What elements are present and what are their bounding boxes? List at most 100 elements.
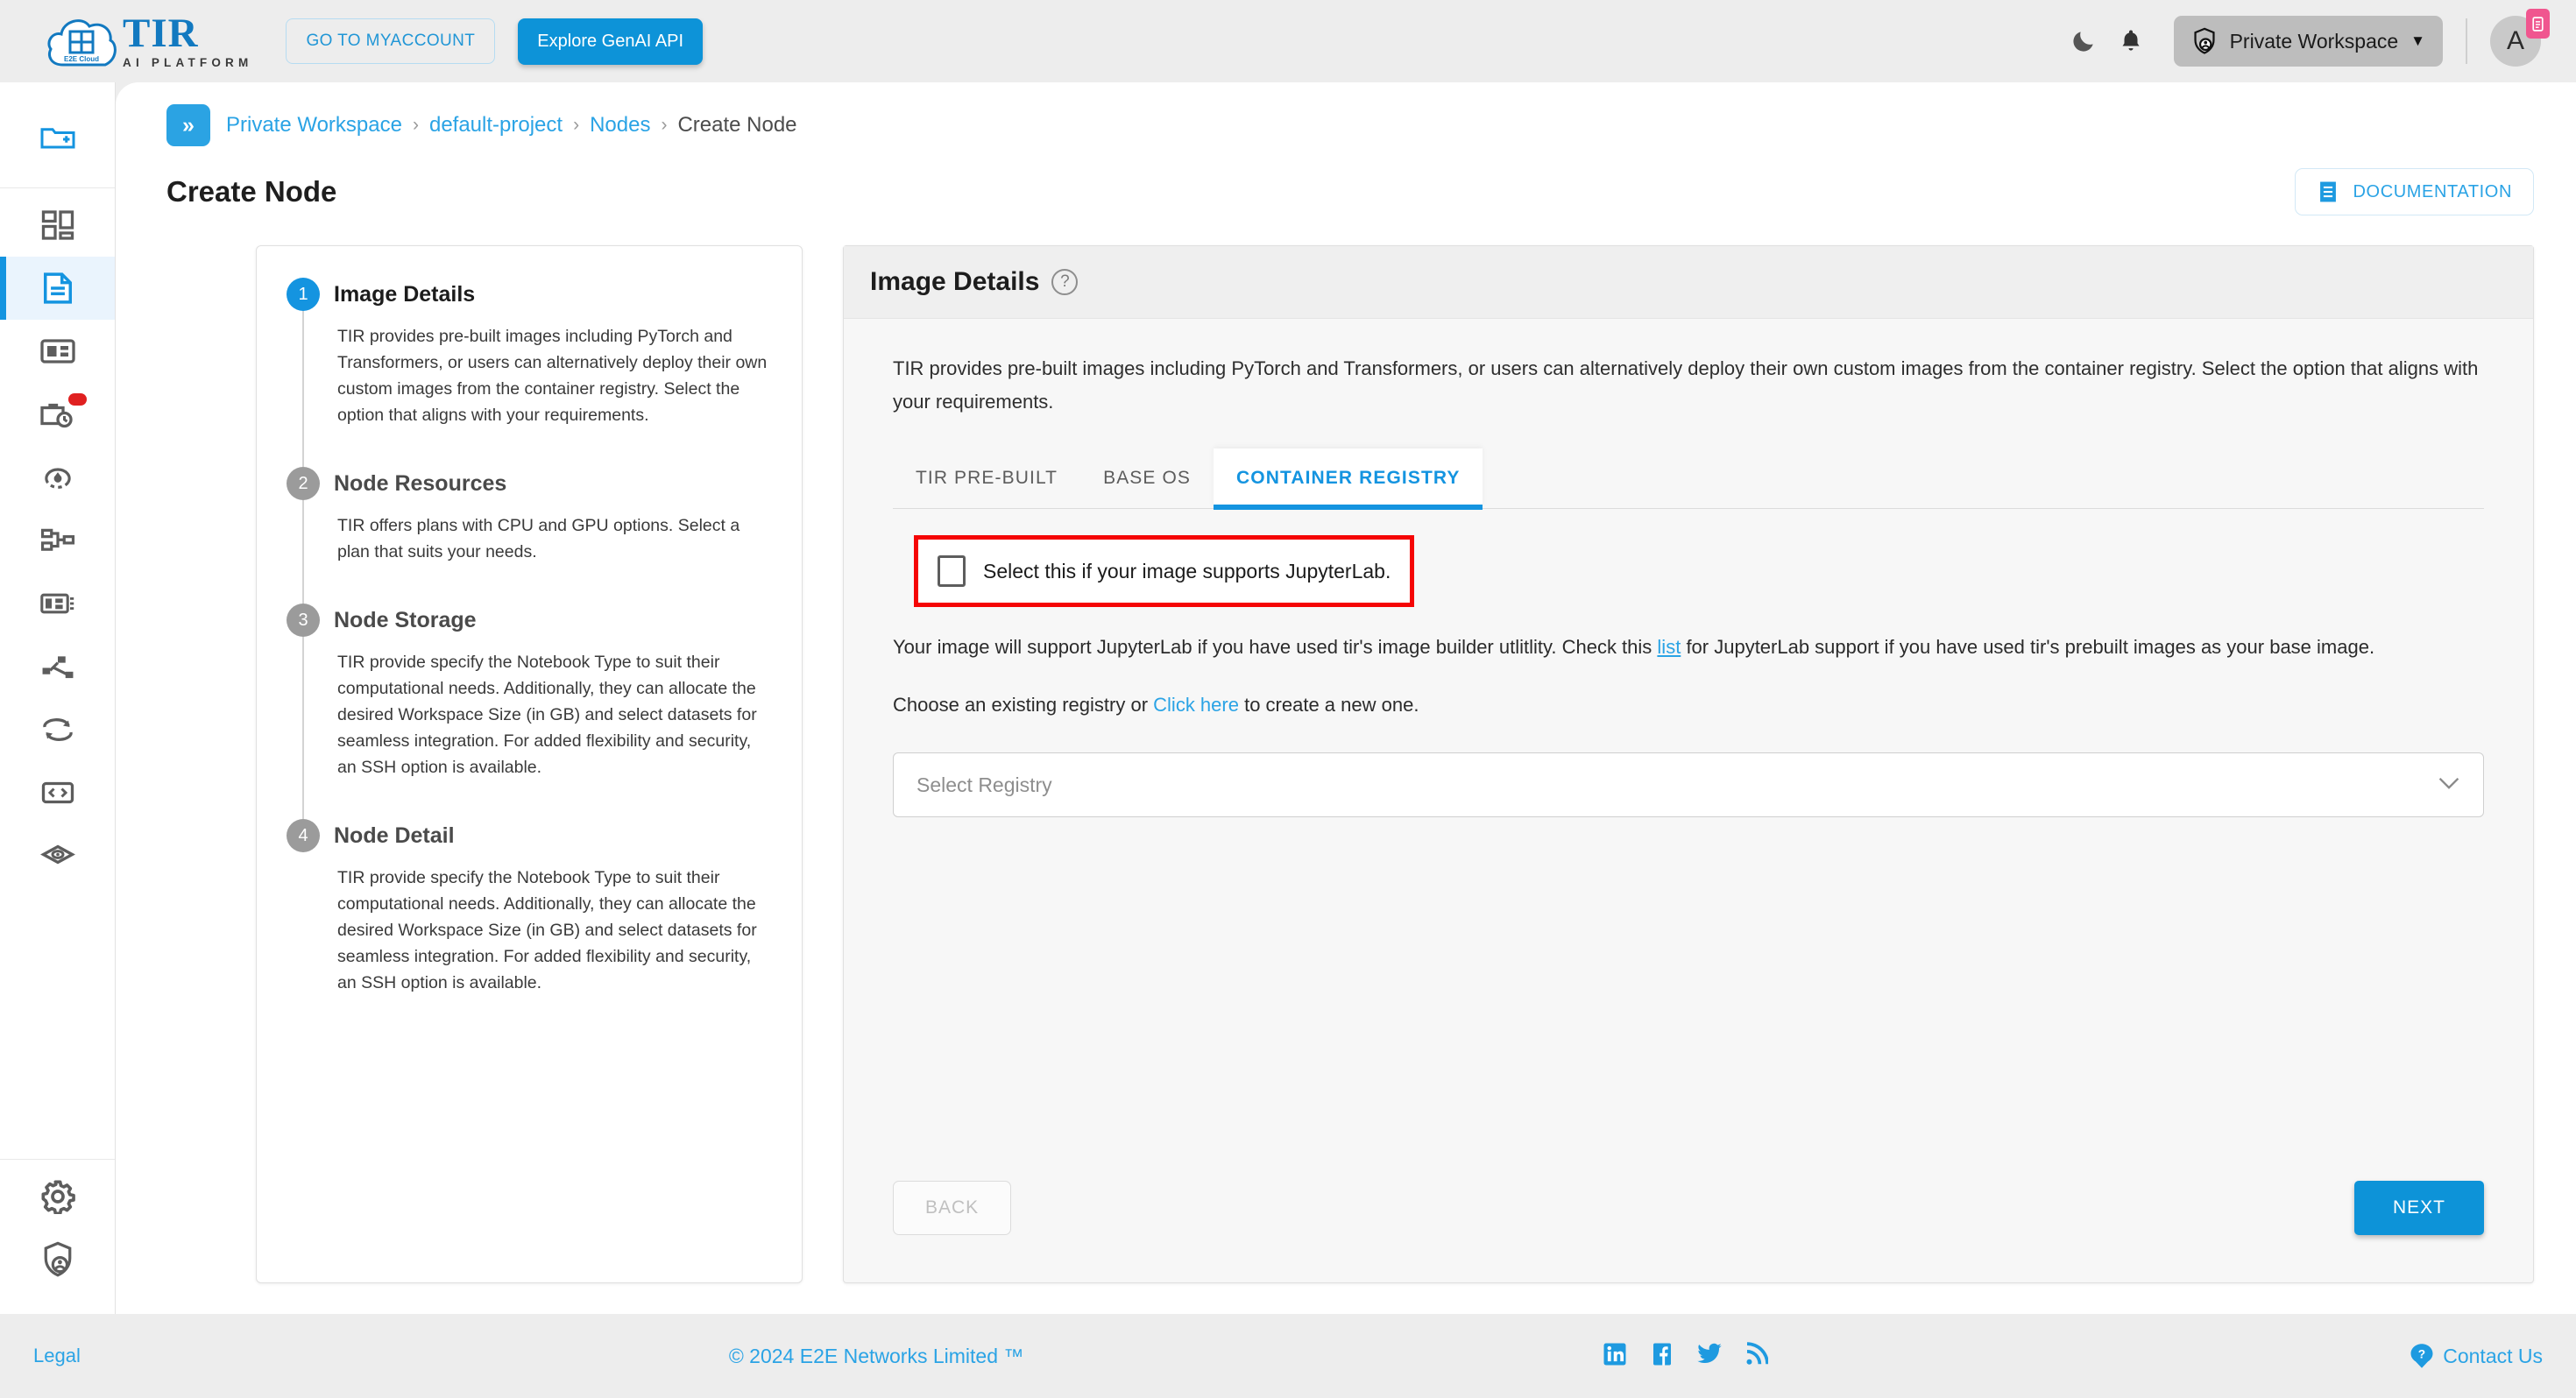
registry-prompt: Choose an existing registry or Click her… bbox=[844, 665, 2533, 723]
next-button[interactable]: NEXT bbox=[2353, 1181, 2484, 1235]
question-balloon-icon: ? bbox=[2410, 1344, 2433, 1368]
sidebar-item-pipelines[interactable] bbox=[0, 509, 115, 572]
workspace-selector[interactable]: Private Workspace ▼ bbox=[2173, 16, 2443, 67]
logo-subtitle: AI PLATFORM bbox=[123, 55, 253, 69]
step-connector bbox=[302, 637, 304, 819]
twitter-icon[interactable] bbox=[1696, 1342, 1723, 1371]
rss-icon[interactable] bbox=[1744, 1341, 1770, 1372]
clipboard-icon bbox=[2532, 16, 2544, 32]
help-icon[interactable]: ? bbox=[1051, 269, 1079, 295]
explore-genai-api-button[interactable]: Explore GenAI API bbox=[518, 18, 704, 65]
create-registry-link[interactable]: Click here bbox=[1153, 694, 1239, 716]
contact-us-label: Contact Us bbox=[2443, 1344, 2543, 1367]
shield-user-icon bbox=[44, 1241, 71, 1277]
step-description: TIR provides pre-built images including … bbox=[337, 327, 768, 425]
registry-prompt-part2: to create a new one. bbox=[1244, 694, 1419, 716]
sidebar-item-dashboard[interactable] bbox=[0, 194, 115, 257]
rail-bottom-divider bbox=[0, 1159, 115, 1160]
step-connector bbox=[302, 500, 304, 604]
step-image-details[interactable]: 1 Image Details TIR provides pre-built i… bbox=[287, 278, 772, 467]
step-bullet: 2 bbox=[287, 467, 320, 500]
documentation-button[interactable]: DOCUMENTATION bbox=[2294, 168, 2534, 215]
content-area: 1 Image Details TIR provides pre-built i… bbox=[256, 245, 2534, 1283]
notifications-button[interactable] bbox=[2107, 18, 2155, 65]
tab-container-registry[interactable]: CONTAINER REGISTRY bbox=[1214, 448, 1483, 510]
sidebar-item-nodes[interactable] bbox=[0, 257, 115, 320]
image-details-card: Image Details ? TIR provides pre-built i… bbox=[843, 245, 2534, 1283]
step-description: TIR provide specify the Notebook Type to… bbox=[337, 653, 757, 777]
breadcrumb-item-workspace[interactable]: Private Workspace bbox=[226, 113, 402, 138]
linkedin-icon[interactable] bbox=[1602, 1341, 1628, 1372]
footer-copyright: © 2024 E2E Networks Limited ™ bbox=[728, 1344, 1024, 1367]
cube-eye-icon bbox=[39, 844, 75, 865]
rail-divider bbox=[0, 187, 115, 188]
sidebar-item-jobs[interactable] bbox=[0, 383, 115, 446]
dark-mode-toggle[interactable] bbox=[2060, 18, 2107, 65]
page-title: Create Node bbox=[166, 175, 337, 208]
step-title: Node Detail bbox=[334, 823, 455, 848]
jupyterlab-highlight-box: Select this if your image supports Jupyt… bbox=[914, 535, 1415, 607]
jupyterlab-checkbox-label: Select this if your image supports Jupyt… bbox=[983, 559, 1391, 582]
step-node-storage[interactable]: 3 Node Storage TIR provide specify the N… bbox=[287, 604, 772, 819]
jupyterlab-support-note: Your image will support JupyterLab if yo… bbox=[844, 607, 2533, 665]
svg-text:E2E Cloud: E2E Cloud bbox=[64, 55, 99, 63]
header-divider bbox=[2466, 18, 2467, 64]
support-note-part1: Your image will support JupyterLab if yo… bbox=[893, 636, 1652, 658]
top-header: E2E Cloud TIR AI PLATFORM GO TO MYACCOUN… bbox=[0, 0, 2576, 82]
server-card-icon bbox=[39, 593, 74, 614]
sidebar-item-datasets[interactable] bbox=[0, 320, 115, 383]
step-description: TIR offers plans with CPU and GPU option… bbox=[337, 516, 740, 561]
sidebar-item-share[interactable] bbox=[0, 635, 115, 698]
contact-us-link[interactable]: ? Contact Us bbox=[2410, 1343, 2543, 1369]
brand-logo[interactable]: E2E Cloud TIR AI PLATFORM bbox=[44, 12, 252, 70]
sidebar-item-sync[interactable] bbox=[0, 698, 115, 761]
step-title: Image Details bbox=[334, 282, 476, 307]
breadcrumb-item-project[interactable]: default-project bbox=[429, 113, 563, 138]
card-header: Image Details ? bbox=[844, 246, 2533, 319]
sidebar-item-inference[interactable] bbox=[0, 446, 115, 509]
step-node-resources[interactable]: 2 Node Resources TIR offers plans with C… bbox=[287, 467, 772, 604]
sidebar-item-api[interactable] bbox=[0, 761, 115, 824]
card-title: Image Details bbox=[870, 267, 1040, 296]
step-bullet: 4 bbox=[287, 819, 320, 852]
breadcrumb-item-nodes[interactable]: Nodes bbox=[590, 113, 650, 138]
sidebar-item-containers[interactable] bbox=[0, 824, 115, 887]
breadcrumb-separator: › bbox=[661, 115, 668, 135]
e2e-cloud-logo-icon: E2E Cloud bbox=[44, 12, 119, 70]
sidebar-item-settings[interactable] bbox=[0, 1165, 115, 1228]
step-node-detail[interactable]: 4 Node Detail TIR provide specify the No… bbox=[287, 819, 772, 1034]
facebook-icon[interactable] bbox=[1649, 1341, 1675, 1372]
jupyterlab-support-checkbox[interactable] bbox=[938, 555, 966, 587]
breadcrumb-separator: › bbox=[573, 115, 580, 135]
jupyterlab-list-link[interactable]: list bbox=[1657, 636, 1681, 658]
registry-select-placeholder: Select Registry bbox=[916, 773, 1052, 796]
sitemap-icon bbox=[40, 528, 74, 551]
registry-prompt-part1: Choose an existing registry or bbox=[893, 694, 1149, 716]
avatar-badge[interactable] bbox=[2526, 9, 2550, 39]
registry-select[interactable]: Select Registry bbox=[893, 752, 2484, 817]
card-intro-text: TIR provides pre-built images including … bbox=[893, 357, 2479, 413]
sidebar-expand-toggle[interactable]: » bbox=[166, 104, 210, 146]
documentation-label: DOCUMENTATION bbox=[2353, 181, 2512, 201]
step-bullet: 3 bbox=[287, 604, 320, 637]
step-title: Node Storage bbox=[334, 608, 477, 632]
step-title: Node Resources bbox=[334, 471, 507, 496]
sidebar-item-new-folder[interactable] bbox=[0, 105, 115, 168]
tab-tir-prebuilt[interactable]: TIR PRE-BUILT bbox=[893, 448, 1080, 508]
chevron-down-icon: ▼ bbox=[2410, 32, 2425, 49]
tab-base-os[interactable]: BASE OS bbox=[1080, 448, 1214, 508]
grid-dashboard-icon bbox=[41, 210, 74, 240]
page-footer: Legal © 2024 E2E Networks Limited ™ ? Co… bbox=[0, 1314, 2576, 1398]
create-node-stepper: 1 Image Details TIR provides pre-built i… bbox=[256, 245, 803, 1283]
chevron-down-icon bbox=[2438, 776, 2460, 794]
card-footer: BACK NEXT bbox=[844, 1181, 2533, 1282]
go-to-myaccount-button[interactable]: GO TO MYACCOUNT bbox=[286, 18, 496, 64]
sidebar-item-models[interactable] bbox=[0, 572, 115, 635]
shield-user-icon bbox=[2194, 27, 2215, 54]
footer-social-links bbox=[1602, 1341, 1770, 1372]
back-button[interactable]: BACK bbox=[893, 1181, 1012, 1235]
left-navigation-rail bbox=[0, 82, 116, 1314]
footer-legal-link[interactable]: Legal bbox=[33, 1345, 81, 1367]
page-container: » Private Workspace › default-project › … bbox=[116, 82, 2576, 1314]
sidebar-item-security[interactable] bbox=[0, 1228, 115, 1291]
